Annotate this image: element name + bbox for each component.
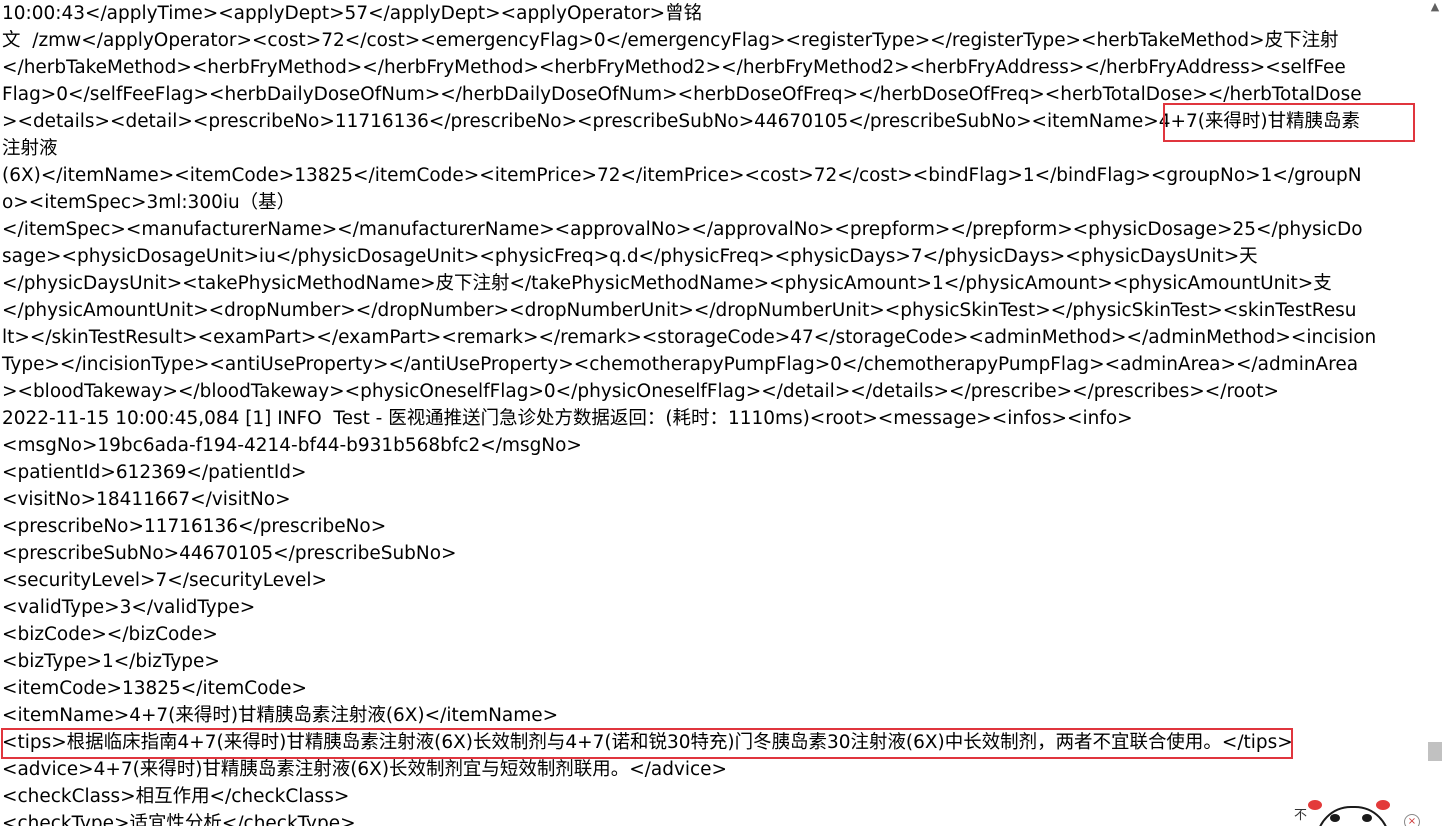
scroll-up-arrow-icon[interactable]: ▲ [1429,1,1441,12]
log-line-19: <visitNo>18411667</visitNo> [2,489,291,510]
log-line-11: </physicDaysUnit><takePhysicMethodName>皮… [2,273,1332,294]
log-line-30: <checkClass>相互作用</checkClass> [2,786,350,807]
log-line-22: <securityLevel>7</securityLevel> [2,570,327,591]
log-line-18: <patientId>612369</patientId> [2,462,307,483]
log-line-13: lt></skinTestResult><examPart></examPart… [2,327,1377,348]
log-line-7: (6X)</itemName><itemCode>13825</itemCode… [2,165,1362,186]
log-line-12: </physicAmountUnit><dropNumber></dropNum… [2,300,1357,321]
log-line-8: o><itemSpec>3ml:300iu（基） [2,192,296,213]
log-line-4: Flag>0</selfFeeFlag><herbDailyDoseOfNum>… [2,84,1362,105]
log-line-28: <tips>根据临床指南4+7(来得时)甘精胰岛素注射液(6X)长效制剂与4+7… [2,732,1293,753]
widget-close-icon[interactable]: × [1404,814,1420,826]
log-line-25: <bizType>1</bizType> [2,651,220,672]
log-line-6: 注射液 [2,138,58,159]
mascot-ear-left-icon [1308,800,1322,810]
log-line-15: ><bloodTakeway></bloodTakeway><physicOne… [2,381,1280,402]
mascot-ear-right-icon [1376,800,1390,810]
mascot-eye-right-icon [1362,814,1372,822]
log-line-31: <checkType>适宜性分析</checkType> [2,813,356,826]
log-line-21: <prescribeSubNo>44670105</prescribeSubNo… [2,543,457,564]
log-line-2: 文 /zmw</applyOperator><cost>72</cost><em… [2,30,1339,51]
log-line-16: 2022-11-15 10:00:45,084 [1] INFO Test - … [2,408,1133,429]
log-line-5: ><details><detail><prescribeNo>11716136<… [2,111,1360,132]
log-line-26: <itemCode>13825</itemCode> [2,678,307,699]
log-line-20: <prescribeNo>11716136</prescribeNo> [2,516,387,537]
log-viewer[interactable]: 10:00:43</applyTime><applyDept>57</apply… [0,0,1425,826]
log-line-3: </herbTakeMethod><herbFryMethod></herbFr… [2,57,1346,78]
floating-assistant-widget[interactable]: 不 × [1288,796,1438,826]
log-line-1: 10:00:43</applyTime><applyDept>57</apply… [2,3,703,24]
log-line-24: <bizCode></bizCode> [2,624,218,645]
log-line-9: </itemSpec><manufacturerName></manufactu… [2,219,1363,240]
log-line-27: <itemName>4+7(来得时)甘精胰岛素注射液(6X)</itemName… [2,705,559,726]
scrollbar-thumb[interactable] [1428,742,1442,761]
widget-label: 不 [1294,808,1308,823]
log-line-23: <validType>3</validType> [2,597,256,618]
log-line-10: sage><physicDosageUnit>iu</physicDosageU… [2,246,1258,267]
log-line-14: Type></incisionType><antiUseProperty></a… [2,354,1359,375]
log-line-17: <msgNo>19bc6ada-f194-4214-bf44-b931b568b… [2,435,582,456]
log-line-29: <advice>4+7(来得时)甘精胰岛素注射液(6X)长效制剂宜与短效制剂联用… [2,759,728,780]
mascot-eye-left-icon [1330,814,1340,822]
log-text-area[interactable]: 10:00:43</applyTime><applyDept>57</apply… [2,0,1422,826]
vertical-scrollbar[interactable]: ▲ [1425,0,1445,826]
